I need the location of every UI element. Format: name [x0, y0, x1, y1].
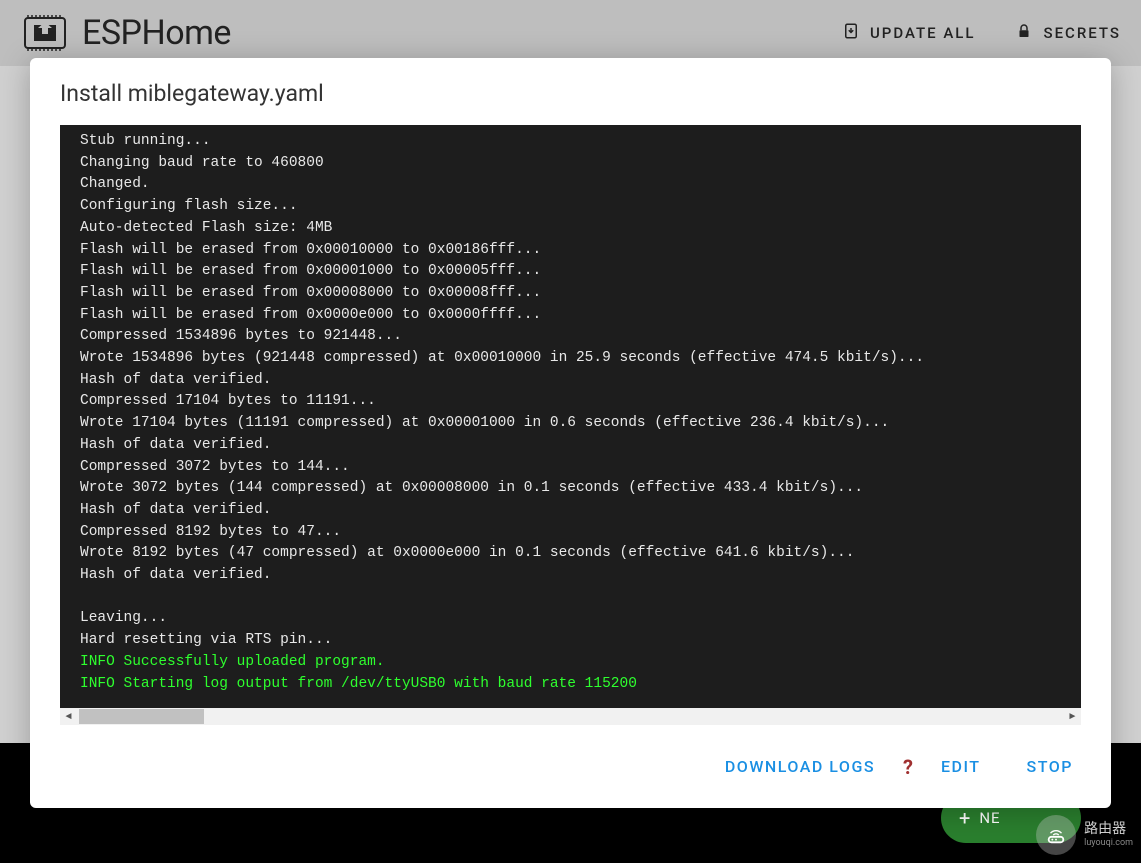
log-line: Wrote 17104 bytes (11191 compressed) at … — [80, 413, 1061, 435]
log-line: Changing baud rate to 460800 — [80, 153, 1061, 175]
app-name: ESPHome — [82, 13, 231, 53]
download-logs-button[interactable]: DOWNLOAD LOGS — [717, 751, 883, 782]
log-line-info: INFO Successfully uploaded program. — [80, 652, 1061, 674]
log-line: Changed. — [80, 174, 1061, 196]
scroll-thumb[interactable] — [79, 709, 204, 724]
log-line: Hard resetting via RTS pin... — [80, 630, 1061, 652]
log-line: Compressed 8192 bytes to 47... — [80, 522, 1061, 544]
log-line: Flash will be erased from 0x00008000 to … — [80, 283, 1061, 305]
download-icon — [842, 22, 860, 44]
secrets-label: SECRETS — [1043, 24, 1121, 42]
log-line: Hash of data verified. — [80, 435, 1061, 457]
lock-icon — [1015, 22, 1033, 44]
log-line: Wrote 3072 bytes (144 compressed) at 0x0… — [80, 478, 1061, 500]
scroll-left-arrow[interactable]: ◄ — [60, 708, 77, 725]
install-dialog: Install miblegateway.yaml Stub running..… — [30, 58, 1111, 808]
stop-button[interactable]: STOP — [1019, 751, 1081, 782]
edit-button[interactable]: EDIT — [933, 751, 989, 782]
help-icon[interactable]: ? — [903, 755, 913, 779]
log-console[interactable]: Stub running...Changing baud rate to 460… — [60, 125, 1081, 708]
log-line: Hash of data verified. — [80, 565, 1061, 587]
log-line-info: INFO Starting log output from /dev/ttyUS… — [80, 674, 1061, 696]
log-line: Wrote 1534896 bytes (921448 compressed) … — [80, 348, 1061, 370]
plus-icon: + — [959, 806, 971, 830]
update-all-button[interactable]: UPDATE ALL — [842, 22, 976, 44]
log-line: Stub running... — [80, 131, 1061, 153]
scroll-right-arrow[interactable]: ► — [1064, 708, 1081, 725]
log-line: Compressed 3072 bytes to 144... — [80, 457, 1061, 479]
log-line: Hash of data verified. — [80, 370, 1061, 392]
log-line: Flash will be erased from 0x00001000 to … — [80, 261, 1061, 283]
app-header: ESPHome UPDATE ALL SECRETS — [0, 0, 1141, 66]
watermark-icon — [1036, 815, 1076, 855]
log-line: Compressed 1534896 bytes to 921448... — [80, 326, 1061, 348]
log-line: Flash will be erased from 0x0000e000 to … — [80, 305, 1061, 327]
log-line: Flash will be erased from 0x00010000 to … — [80, 240, 1061, 262]
log-line: Configuring flash size... — [80, 196, 1061, 218]
watermark-line1: 路由器 — [1084, 821, 1133, 838]
log-line: Leaving... — [80, 608, 1061, 630]
log-line: Compressed 17104 bytes to 11191... — [80, 391, 1061, 413]
horizontal-scrollbar[interactable]: ◄ ► — [60, 708, 1081, 725]
log-line — [80, 587, 1061, 609]
dialog-actions: DOWNLOAD LOGS ? EDIT STOP — [30, 725, 1111, 808]
log-line: Auto-detected Flash size: 4MB — [80, 218, 1061, 240]
fab-label: NE — [979, 809, 1000, 827]
watermark: 路由器 luyouqi.com — [1036, 815, 1133, 855]
watermark-line2: luyouqi.com — [1084, 838, 1133, 849]
dialog-title: Install miblegateway.yaml — [30, 58, 1111, 125]
update-all-label: UPDATE ALL — [870, 24, 976, 42]
esphome-chip-icon — [20, 13, 70, 53]
console-wrap: Stub running...Changing baud rate to 460… — [60, 125, 1081, 725]
secrets-button[interactable]: SECRETS — [1015, 22, 1121, 44]
log-line: Wrote 8192 bytes (47 compressed) at 0x00… — [80, 543, 1061, 565]
log-line: Hash of data verified. — [80, 500, 1061, 522]
logo[interactable]: ESPHome — [20, 13, 231, 53]
header-actions: UPDATE ALL SECRETS — [842, 22, 1121, 44]
